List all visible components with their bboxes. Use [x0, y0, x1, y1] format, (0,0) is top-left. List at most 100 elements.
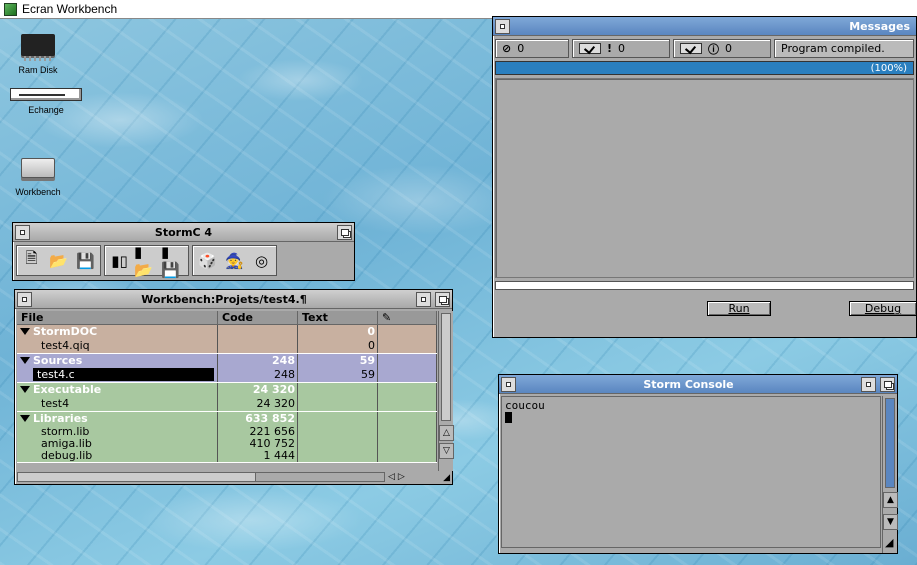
scroll-down-arrow-icon[interactable]: ▼ [883, 514, 898, 530]
list-item[interactable]: test4.qiq 0 [17, 339, 437, 353]
group-text-size [298, 412, 378, 426]
list-item[interactable]: debug.lib 1 444 [17, 450, 437, 462]
new-project-icon[interactable]: ▮▯ [107, 248, 132, 273]
column-file[interactable]: File [17, 311, 218, 324]
run-wizard-icon[interactable]: 🧙 [222, 248, 247, 273]
open-project-icon[interactable]: ▮📂 [134, 243, 159, 279]
group-code-size: 24 320 [218, 383, 298, 397]
project-list-header: File Code Text ✎ [17, 311, 437, 325]
desktop-icon-echange[interactable]: Echange [8, 88, 84, 115]
debug-button[interactable]: Debug [849, 301, 917, 316]
save-disk-icon[interactable]: 💾 [73, 248, 98, 273]
messages-window[interactable]: Messages ⊘ 0 ! 0 ⓘ 0 Program compiled. (… [492, 16, 917, 338]
compile-status: Program compiled. [781, 42, 885, 55]
stormc-title-bar[interactable]: StormC 4 [13, 223, 354, 242]
message-input[interactable] [495, 281, 914, 290]
file-code-size: 24 320 [218, 397, 298, 411]
zoom-gadget-icon[interactable] [861, 376, 876, 392]
project-file-list[interactable]: File Code Text ✎ StormDOC 0 test4.qiq 0 … [17, 311, 437, 463]
save-project-icon[interactable]: ▮💾 [161, 243, 186, 279]
zoom-gadget-icon[interactable] [416, 291, 431, 307]
resize-handle-icon[interactable]: ◢ [885, 536, 893, 549]
message-list[interactable] [495, 78, 914, 278]
group-header[interactable]: StormDOC 0 [17, 325, 437, 339]
workbench-cube-icon [4, 2, 17, 16]
scroll-up-arrow-icon[interactable]: △ [439, 425, 454, 441]
close-gadget-icon[interactable] [501, 376, 516, 392]
depth-gadget-icon[interactable] [337, 224, 352, 240]
group-header[interactable]: Libraries 633 852 [17, 412, 437, 426]
close-gadget-icon[interactable] [17, 291, 32, 307]
project-title: Workbench:Projets/test4.¶ [141, 292, 307, 306]
group-name: Executable [17, 383, 218, 397]
group-sources: Sources 248 59 test4.c 248 59 [17, 354, 437, 383]
pen-icon: ✎ [382, 311, 392, 324]
scroll-knob[interactable] [885, 398, 895, 488]
stormc-window[interactable]: StormC 4 🗎 📂 💾 ▮▯ ▮📂 ▮💾 🎲 🧙 ◎ [12, 222, 355, 281]
scroll-right-arrow-icon[interactable]: ▷ [398, 472, 405, 482]
error-icon: ⊘ [502, 42, 512, 55]
scroll-knob[interactable] [441, 313, 451, 421]
group-code-size: 248 [218, 354, 298, 368]
project-vertical-scrollbar[interactable]: △ ▽ [438, 311, 454, 471]
file-name: test4.qiq [17, 339, 218, 353]
info-count-box[interactable]: ⓘ 0 [673, 39, 771, 58]
close-gadget-icon[interactable] [15, 224, 30, 240]
file-text-size: 59 [298, 368, 378, 382]
warning-count-box[interactable]: ! 0 [572, 39, 670, 58]
project-horizontal-scrollbar[interactable]: ◁ ▷ [17, 471, 437, 483]
console-vertical-scrollbar[interactable]: ▲ ▼ ◢ [882, 396, 898, 553]
file-text-size [298, 426, 378, 438]
hscroll-track[interactable] [17, 472, 385, 482]
desktop-icon-label: Echange [28, 105, 64, 115]
group-name: Sources [17, 354, 218, 368]
file-text-size [298, 397, 378, 411]
project-window[interactable]: Workbench:Projets/test4.¶ File Code Text… [14, 289, 454, 485]
file-code-size: 248 [218, 368, 298, 382]
error-count-box[interactable]: ⊘ 0 [495, 39, 569, 58]
open-folder-icon[interactable]: 📂 [46, 248, 71, 273]
console-title-bar[interactable]: Storm Console [499, 375, 897, 394]
list-item[interactable]: test4 24 320 [17, 397, 437, 411]
messages-counters: ⊘ 0 ! 0 ⓘ 0 Program compiled. [493, 36, 916, 61]
stormc-title: StormC 4 [154, 225, 213, 239]
column-flag[interactable]: ✎ [378, 311, 437, 324]
file-text-size [298, 450, 378, 462]
group-header[interactable]: Sources 248 59 [17, 354, 437, 368]
column-text[interactable]: Text [298, 311, 378, 324]
hscroll-knob[interactable] [18, 473, 256, 481]
desktop-icon-workbench[interactable]: Workbench [10, 158, 66, 197]
messages-title-bar[interactable]: Messages [493, 17, 916, 36]
depth-gadget-icon[interactable] [880, 376, 895, 392]
file-code-size [218, 339, 298, 353]
column-code[interactable]: Code [218, 311, 298, 324]
project-title-bar[interactable]: Workbench:Projets/test4.¶ [15, 290, 452, 309]
desktop-icon-ram-disk[interactable]: Ram Disk [10, 34, 66, 75]
floppy-drive-icon [10, 88, 82, 101]
scroll-up-arrow-icon[interactable]: ▲ [883, 492, 898, 508]
group-stormdoc: StormDOC 0 test4.qiq 0 [17, 325, 437, 354]
new-file-icon[interactable]: 🗎 [19, 248, 44, 273]
file-text-size: 0 [298, 339, 378, 353]
group-text-size: 0 [298, 325, 378, 339]
make-dice-icon[interactable]: 🎲 [195, 248, 220, 273]
group-header[interactable]: Executable 24 320 [17, 383, 437, 397]
scroll-down-arrow-icon[interactable]: ▽ [439, 443, 454, 459]
depth-gadget-icon[interactable] [435, 291, 450, 307]
group-code-size [218, 325, 298, 339]
scroll-left-arrow-icon[interactable]: ◁ [388, 472, 395, 482]
screen-title: Ecran Workbench [22, 2, 118, 16]
status-box: Program compiled. [774, 39, 914, 58]
resize-handle-icon[interactable]: ◢ [443, 473, 450, 483]
run-button[interactable]: Run [707, 301, 771, 316]
group-name: Libraries [17, 412, 218, 426]
console-title: Storm Console [643, 377, 734, 391]
close-gadget-icon[interactable] [495, 18, 510, 34]
file-tool-group: 🗎 📂 💾 [16, 245, 101, 276]
file-name: test4 [17, 397, 218, 411]
debug-target-icon[interactable]: ◎ [249, 248, 274, 273]
list-item-selected[interactable]: test4.c 248 59 [17, 368, 437, 382]
storm-console-window[interactable]: Storm Console coucou ▲ ▼ ◢ [498, 374, 898, 554]
console-output[interactable]: coucou [501, 396, 881, 548]
compile-progress-bar: (100%) [495, 61, 914, 75]
